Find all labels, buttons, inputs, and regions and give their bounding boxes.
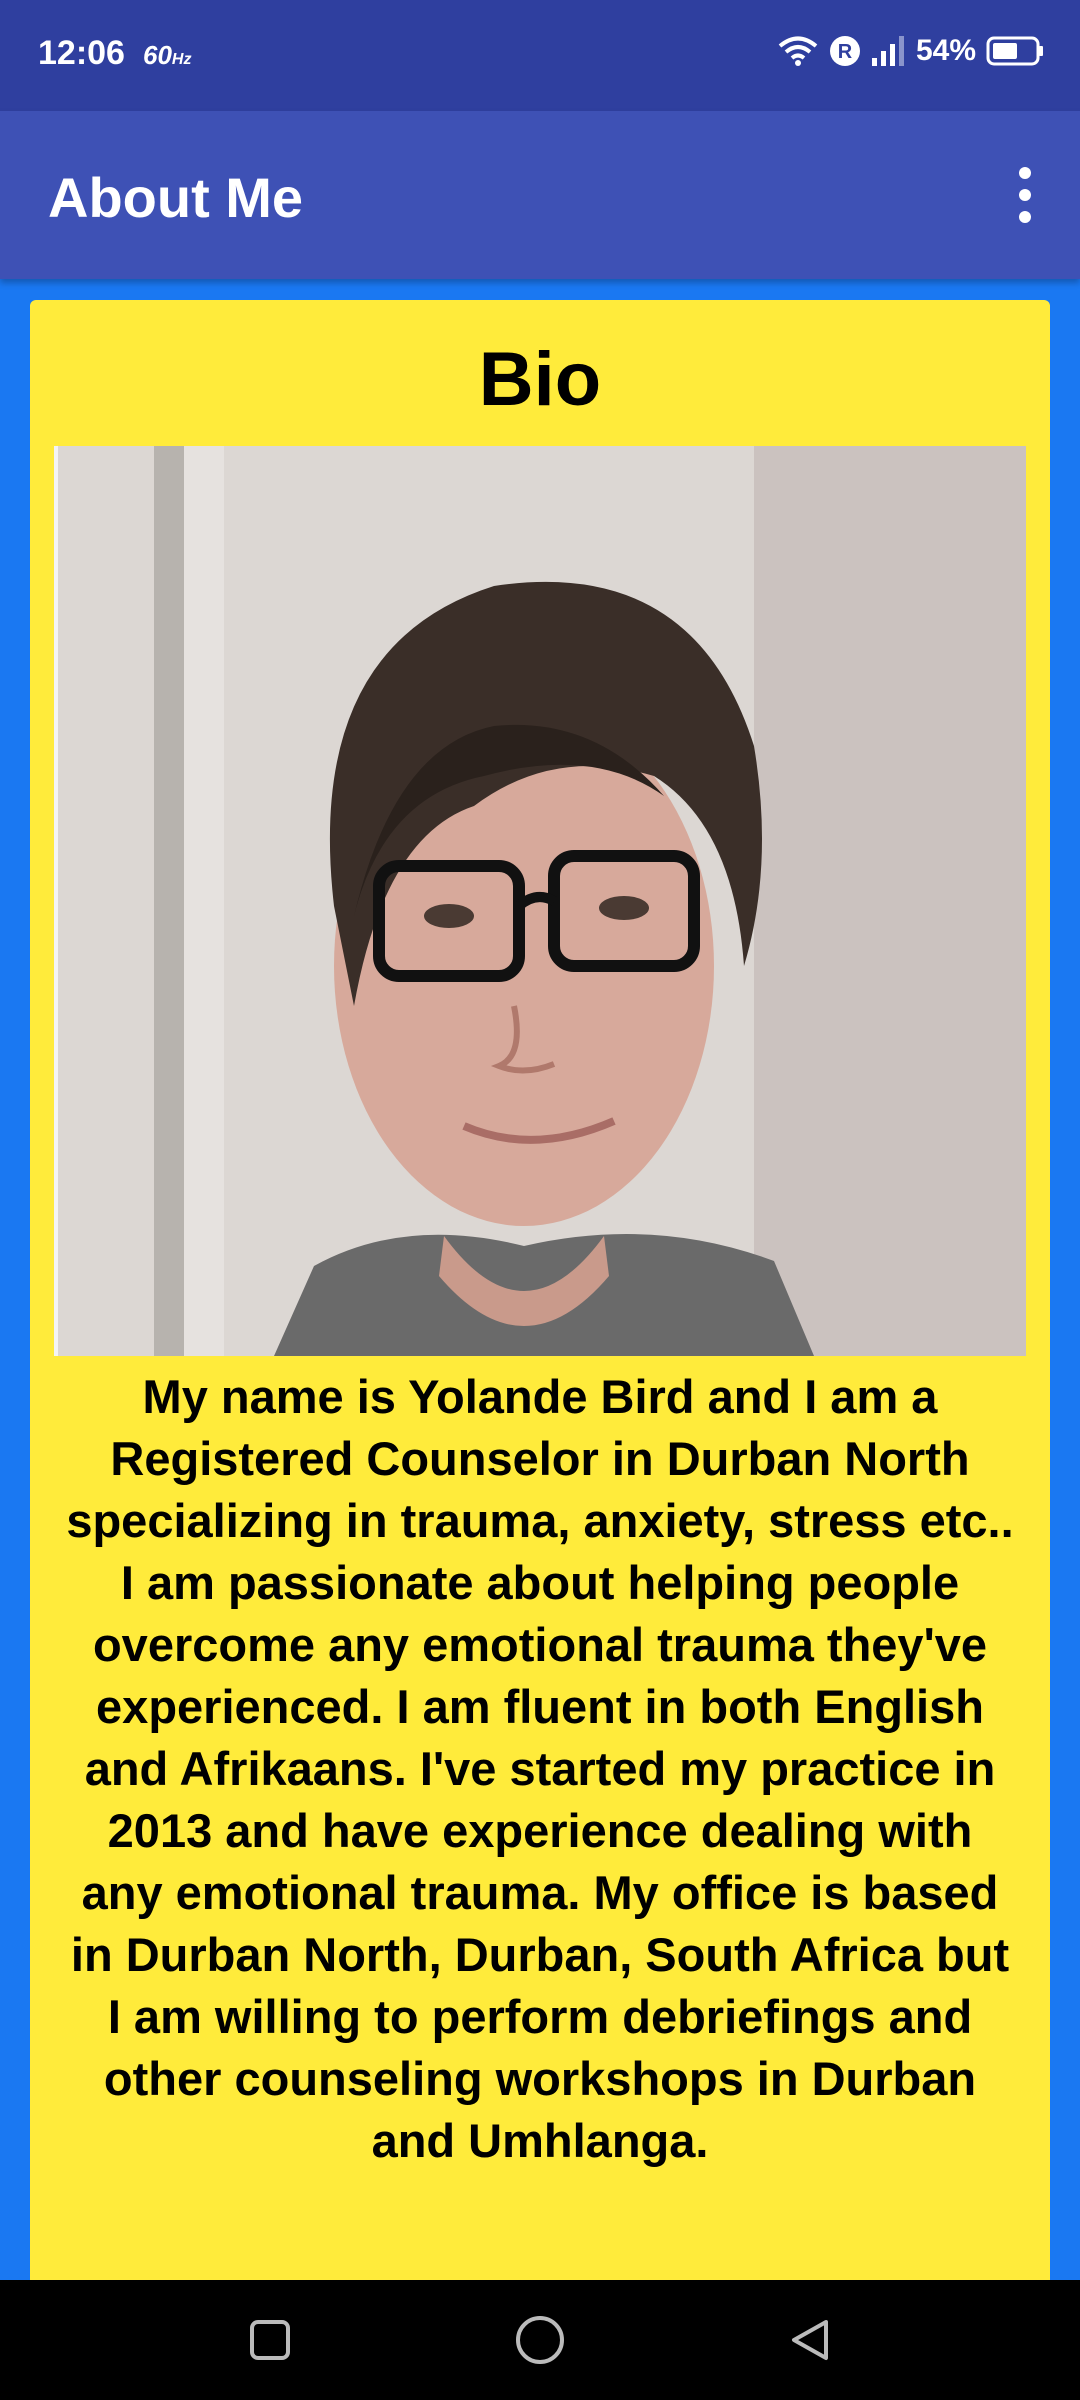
svg-text:R: R [838, 41, 853, 63]
more-vert-icon[interactable] [1010, 167, 1040, 223]
refresh-rate-unit: Hz [171, 51, 192, 68]
refresh-rate: 60Hz [143, 40, 191, 71]
wifi-icon [778, 35, 818, 67]
bio-text: My name is Yolande Bird and I am a Regis… [66, 1370, 1014, 2167]
home-icon[interactable] [510, 2310, 570, 2370]
battery-percent: 54% [915, 34, 976, 67]
app-bar: About Me [0, 111, 1080, 279]
signal-icon [871, 36, 906, 66]
bio-card: Bio My name is Yolande Bird and I am a R… [30, 300, 1050, 2300]
bio-title: Bio [478, 337, 602, 422]
navigation-bar [0, 2280, 1080, 2400]
profile-photo [54, 446, 1026, 1356]
page-title: About Me [48, 166, 304, 229]
battery-icon [986, 36, 1044, 66]
refresh-rate-value: 60 [143, 40, 172, 70]
status-time: 12:06 [38, 34, 125, 72]
status-icons: R 54% [778, 34, 1044, 68]
status-bar: 12:06 60Hz R 54% [0, 0, 1080, 111]
back-icon[interactable] [780, 2310, 840, 2370]
roaming-icon: R [828, 34, 862, 68]
recents-icon[interactable] [240, 2310, 300, 2370]
